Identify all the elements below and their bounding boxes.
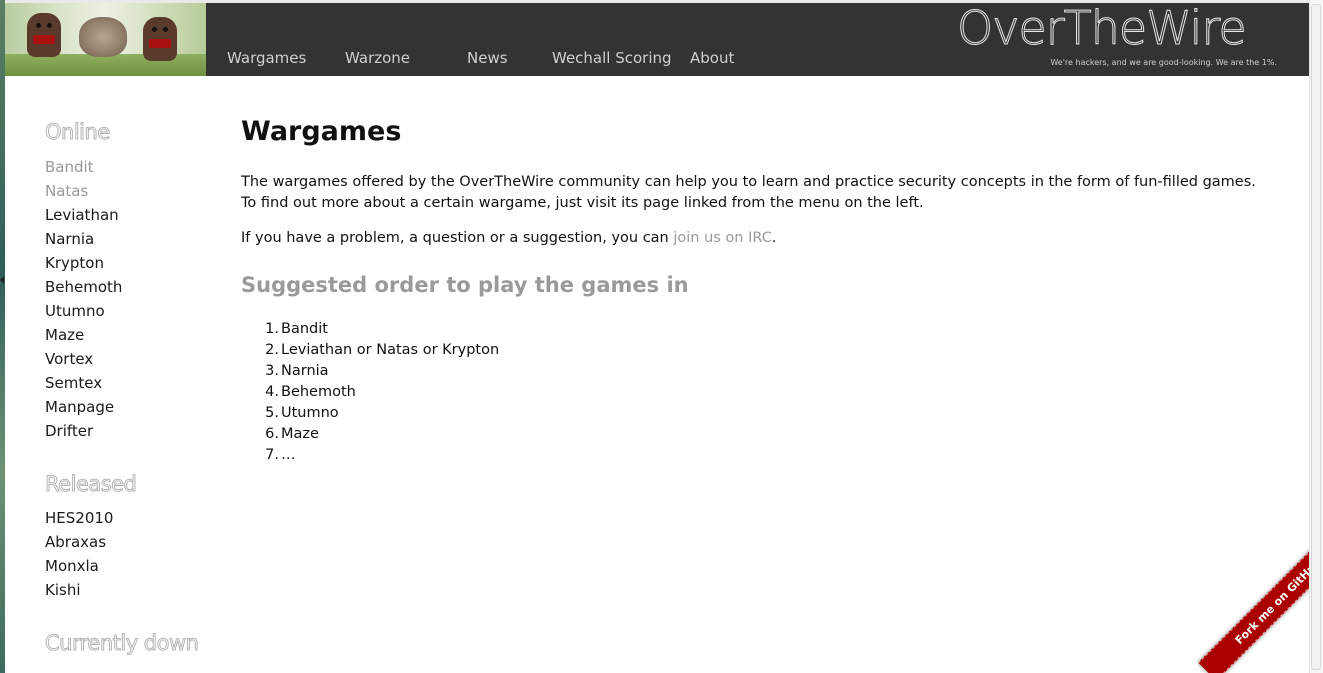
logo-tagline: We're hackers, and we are good-looking. …	[1050, 58, 1277, 67]
intro-line: The wargames offered by the OverTheWire …	[241, 174, 1256, 190]
list-number: 2.	[265, 342, 279, 358]
header-banner-image	[5, 3, 206, 76]
domo-figure-left	[27, 13, 61, 57]
domo-mouth	[149, 39, 171, 48]
sidebar-item-abraxas[interactable]: Abraxas	[45, 533, 106, 551]
sidebar-item-semtex[interactable]: Semtex	[45, 374, 102, 392]
sidebar-heading-online: Online	[45, 120, 111, 145]
domo-eye	[47, 23, 52, 28]
list-text: Bandit	[281, 321, 328, 337]
domo-mouth	[33, 35, 55, 44]
github-ribbon-container: Fork me on GitHub	[1160, 520, 1310, 673]
sidebar-item-krypton[interactable]: Krypton	[45, 254, 104, 272]
sidebar-item-leviathan[interactable]: Leviathan	[45, 206, 119, 224]
list-number: 3.	[265, 363, 279, 379]
domo-eye	[152, 27, 157, 32]
sidebar-item-hes2010[interactable]: HES2010	[45, 509, 113, 527]
fork-on-github-ribbon[interactable]: Fork me on GitHub	[1198, 521, 1310, 673]
suggested-order-title: Suggested order to play the games in	[241, 273, 689, 297]
intro-line: To find out more about a certain wargame…	[241, 195, 924, 211]
domo-eye	[163, 27, 168, 32]
domo-figure-right	[143, 17, 177, 61]
sidebar-item-utumno[interactable]: Utumno	[45, 302, 105, 320]
list-number: 4.	[265, 384, 279, 400]
page-title: Wargames	[241, 116, 402, 147]
intro-paragraph: The wargames offered by the OverTheWire …	[241, 172, 1256, 214]
sidebar-item-drifter[interactable]: Drifter	[45, 422, 93, 440]
sidebar-item-kishi[interactable]: Kishi	[45, 581, 81, 599]
domo-eye	[36, 23, 41, 28]
sidebar-item-vortex[interactable]: Vortex	[45, 350, 93, 368]
nav-warzone[interactable]: Warzone	[345, 49, 410, 67]
list-text: Leviathan or Natas or Krypton	[281, 342, 500, 358]
nav-news[interactable]: News	[467, 49, 508, 67]
sidebar-heading-currently-down: Currently down	[44, 631, 199, 656]
sidebar-item-monxla[interactable]: Monxla	[45, 557, 99, 575]
help-text: If you have a problem, a question or a s…	[241, 230, 674, 246]
list-text: Maze	[281, 426, 319, 442]
site-header: Wargames Warzone News Wechall Scoring Ab…	[5, 1, 1310, 76]
site-logo[interactable]: OverTheWire We're hackers, and we are go…	[957, 1, 1277, 68]
nav-about[interactable]: About	[690, 49, 734, 67]
list-text: Narnia	[281, 363, 329, 379]
list-text: Behemoth	[281, 384, 356, 400]
irc-link[interactable]: join us on IRC	[673, 230, 772, 246]
list-text: …	[281, 447, 296, 463]
sidebar-item-maze[interactable]: Maze	[45, 326, 84, 344]
sidebar-item-bandit[interactable]: Bandit	[45, 158, 94, 176]
kitten-figure	[79, 17, 127, 57]
list-number: 5.	[265, 405, 279, 421]
list-number: 1.	[265, 321, 279, 337]
list-text: Utumno	[281, 405, 339, 421]
nav-wechall-scoring[interactable]: Wechall Scoring	[552, 49, 672, 67]
sidebar-item-natas[interactable]: Natas	[45, 182, 88, 200]
help-text-end: .	[771, 230, 777, 246]
list-number: 7.	[265, 447, 279, 463]
help-paragraph: If you have a problem, a question or a s…	[241, 230, 776, 246]
logo-text: OverTheWire	[957, 1, 1248, 56]
sidebar-item-narnia[interactable]: Narnia	[45, 230, 94, 248]
collapse-arrow-icon[interactable]	[0, 276, 4, 284]
scrollbar-track[interactable]	[1309, 0, 1323, 673]
sidebar-item-behemoth[interactable]: Behemoth	[45, 278, 122, 296]
sidebar-item-manpage[interactable]: Manpage	[45, 398, 114, 416]
desktop-edge	[0, 0, 5, 673]
scrollbar-thumb[interactable]	[1311, 4, 1321, 670]
nav-wargames[interactable]: Wargames	[227, 49, 306, 67]
sidebar-heading-released: Released	[44, 472, 137, 497]
banner-grass	[5, 54, 206, 76]
list-number: 6.	[265, 426, 279, 442]
